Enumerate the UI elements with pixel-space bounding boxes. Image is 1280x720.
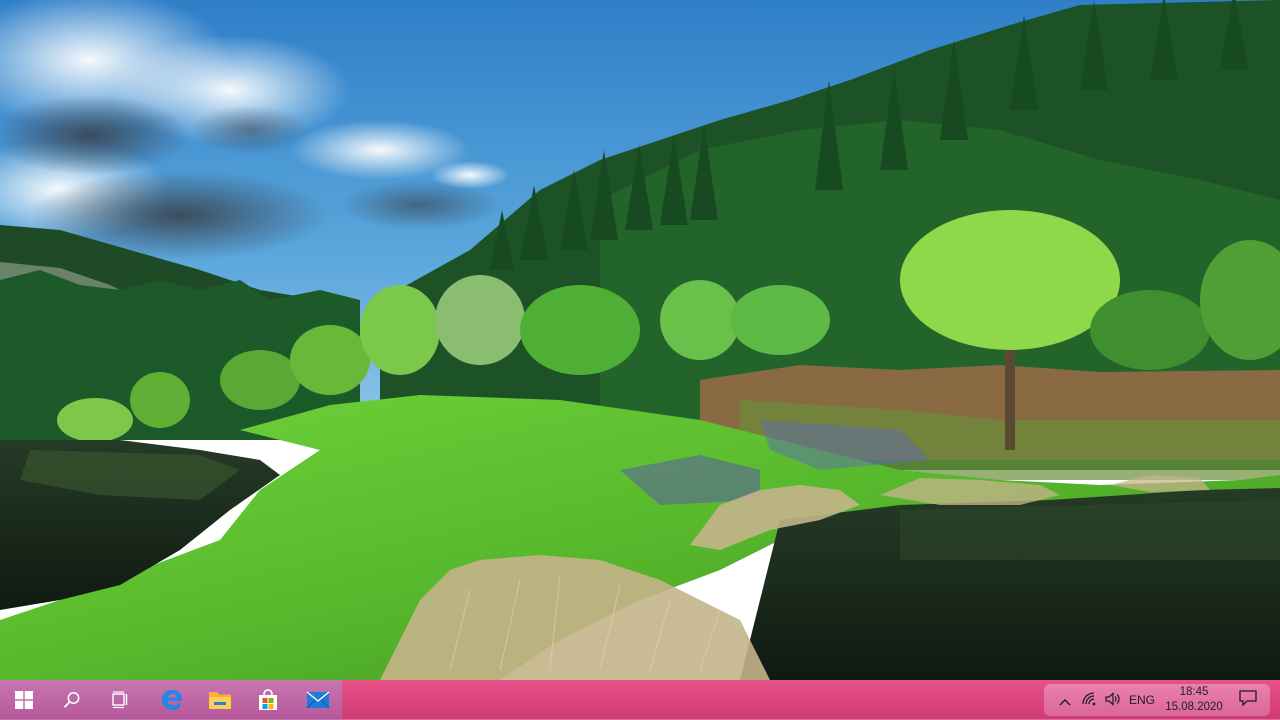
wifi-icon [1082,691,1098,710]
volume-button[interactable] [1102,680,1124,720]
file-explorer-icon [208,689,232,711]
start-button[interactable] [0,680,48,720]
clock-date: 15.08.2020 [1165,701,1223,713]
notification-icon [1239,690,1257,710]
mail-icon [306,690,330,710]
desktop-wallpaper [0,0,1280,680]
network-button[interactable] [1078,680,1102,720]
taskbar-app-mail[interactable] [294,680,342,720]
search-button[interactable] [48,680,96,720]
taskbar: ENG 18:45 15.08.2020 [0,680,1280,720]
task-view-icon [110,691,130,709]
store-icon [256,688,280,712]
desktop[interactable]: ENG 18:45 15.08.2020 [0,0,1280,720]
chevron-up-icon [1059,691,1071,710]
taskbar-app-edge[interactable] [148,680,196,720]
search-icon [63,691,81,709]
taskbar-app-file-explorer[interactable] [196,680,244,720]
language-label: ENG [1128,693,1155,707]
edge-icon [161,689,183,711]
speaker-icon [1105,691,1121,710]
input-language-indicator[interactable]: ENG [1124,680,1160,720]
taskbar-app-store[interactable] [244,680,292,720]
windows-logo-icon [15,691,33,709]
show-hidden-icons-button[interactable] [1054,680,1076,720]
clock[interactable]: 18:45 15.08.2020 [1162,680,1226,720]
task-view-button[interactable] [96,680,144,720]
action-center-button[interactable] [1232,680,1264,720]
clock-time: 18:45 [1179,686,1209,698]
